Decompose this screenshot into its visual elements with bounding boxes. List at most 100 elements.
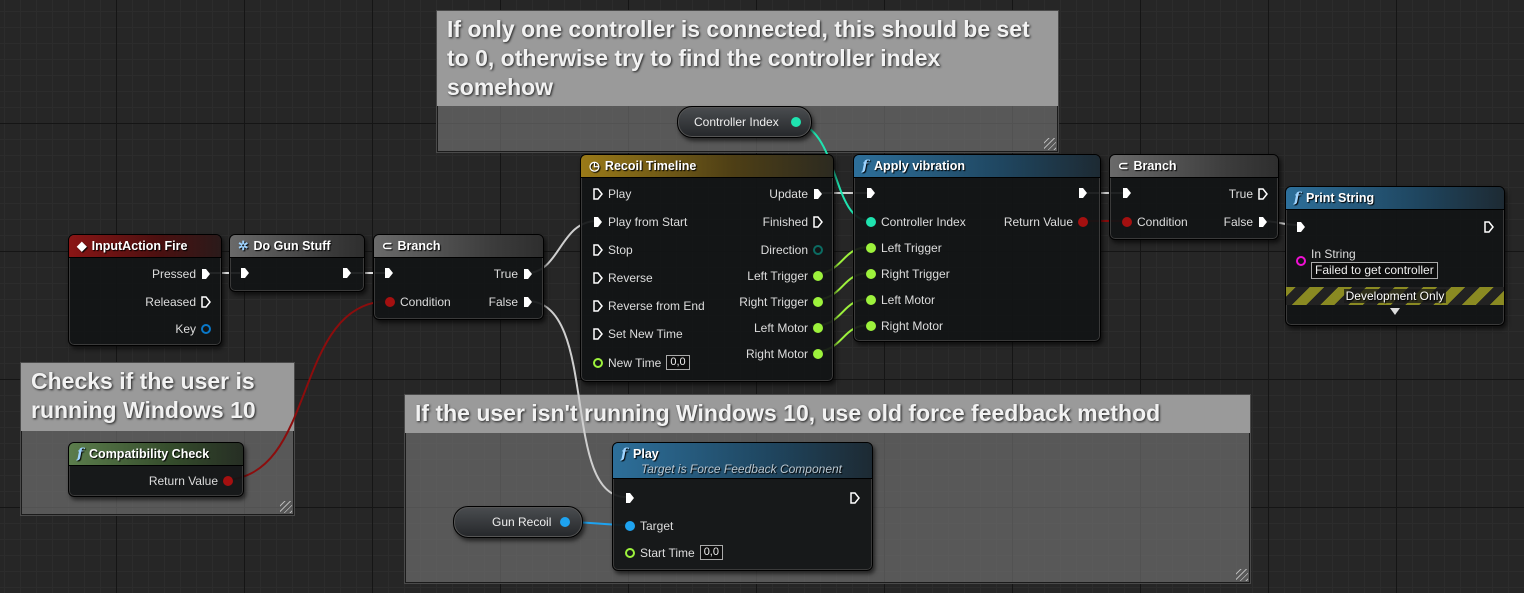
pin-exec-out[interactable] <box>1484 221 1494 233</box>
node-title: Compatibility Check <box>89 447 210 461</box>
pin-label: True <box>1228 187 1253 201</box>
pin-finished[interactable]: Finished <box>763 215 823 229</box>
pin-key[interactable]: Key <box>175 322 211 336</box>
pin-left-trigger-in[interactable]: Left Trigger <box>866 241 942 255</box>
pin-left-trigger-out[interactable]: Left Trigger <box>747 269 823 283</box>
variable-controller-index[interactable]: Controller Index <box>677 106 812 138</box>
pin-exec-out[interactable] <box>850 492 860 504</box>
node-branch-1[interactable]: ⊂ Branch True Condition False <box>373 234 544 320</box>
node-header: ✲ Do Gun Stuff <box>230 235 364 258</box>
pin-right-motor-out[interactable]: Right Motor <box>746 347 823 361</box>
string-pin-icon <box>1296 256 1306 266</box>
pin-direction[interactable]: Direction <box>761 243 823 257</box>
exec-pin-icon <box>201 296 211 308</box>
pin-controller-index[interactable]: Controller Index <box>866 215 966 229</box>
pin-released[interactable]: Released <box>145 295 211 309</box>
node-header: f Apply vibration <box>854 155 1100 178</box>
node-branch-2[interactable]: ⊂ Branch True Condition False <box>1109 154 1279 240</box>
exec-pin-icon <box>384 267 394 279</box>
pin-false[interactable]: False <box>489 295 533 309</box>
pin-exec-out[interactable] <box>1078 187 1088 199</box>
bool-pin-icon <box>1078 217 1088 227</box>
start-time-value-field[interactable]: 0,0 <box>699 545 723 560</box>
function-icon: f <box>1294 190 1301 206</box>
pin-label: Finished <box>762 215 808 229</box>
pin-right-trigger-out[interactable]: Right Trigger <box>739 295 823 309</box>
pin-return-value[interactable]: Return Value <box>149 474 233 488</box>
pin-return-value[interactable]: Return Value <box>1004 215 1088 229</box>
exec-pin-icon <box>593 300 603 312</box>
float-pin-icon <box>866 243 876 253</box>
new-time-value-field[interactable]: 0,0 <box>666 355 690 370</box>
pin-update[interactable]: Update <box>769 187 823 201</box>
pin-label: Stop <box>608 243 633 257</box>
node-print-string[interactable]: f Print String In String Failed to get co… <box>1285 186 1505 326</box>
pin-label: Direction <box>760 243 808 257</box>
exec-pin-icon <box>593 244 603 256</box>
pin-play[interactable]: Play <box>593 187 631 201</box>
pin-label: Reverse from End <box>608 299 705 313</box>
exec-pin-icon <box>1258 216 1268 228</box>
node-title: Play <box>633 447 659 461</box>
pin-right-motor-in[interactable]: Right Motor <box>866 319 943 333</box>
pin-label: Reverse <box>608 271 653 285</box>
exec-pin-icon <box>523 268 533 280</box>
pin-play-from-start[interactable]: Play from Start <box>593 215 687 229</box>
dev-only-label: Development Only <box>1343 289 1447 303</box>
node-apply-vibration[interactable]: f Apply vibration Controller Index Return… <box>853 154 1101 342</box>
exec-pin-icon <box>593 216 603 228</box>
pin-right-trigger-in[interactable]: Right Trigger <box>866 267 950 281</box>
pin-true[interactable]: True <box>494 267 533 281</box>
node-inputaction-fire[interactable]: ◆ InputAction Fire Pressed Released Key <box>68 234 222 346</box>
pin-label: Return Value <box>1003 215 1073 229</box>
float-pin-icon <box>593 357 603 368</box>
expand-arrow-icon[interactable] <box>1390 308 1400 315</box>
exec-pin-icon <box>523 296 533 308</box>
pin-target[interactable]: Target <box>625 519 673 533</box>
pin-reverse-from-end[interactable]: Reverse from End <box>593 299 705 313</box>
pin-left-motor-out[interactable]: Left Motor <box>754 321 823 335</box>
float-pin-icon <box>866 321 876 331</box>
pin-label: Right Motor <box>745 347 808 361</box>
pin-label: Left Trigger <box>747 269 808 283</box>
int-pin-icon[interactable] <box>791 117 801 127</box>
pin-exec-in[interactable] <box>866 187 876 199</box>
node-title-row: f Play <box>621 446 872 462</box>
pin-condition[interactable]: Condition <box>1122 215 1188 229</box>
pin-exec-in[interactable] <box>384 267 394 279</box>
pin-condition[interactable]: Condition <box>385 295 451 309</box>
pin-start-time[interactable]: Start Time 0,0 <box>625 545 723 560</box>
variable-gun-recoil[interactable]: Gun Recoil <box>453 506 583 538</box>
node-do-gun-stuff[interactable]: ✲ Do Gun Stuff <box>229 234 365 292</box>
pin-exec-in[interactable] <box>625 492 635 504</box>
node-recoil-timeline[interactable]: ◷ Recoil Timeline Play Play from Start St… <box>580 154 834 382</box>
node-play-force-feedback[interactable]: f Play Target is Force Feedback Component… <box>612 442 873 571</box>
node-title: Print String <box>1306 191 1375 205</box>
pin-in-string[interactable]: In String Failed to get controller <box>1296 247 1438 279</box>
pin-true[interactable]: True <box>1229 187 1268 201</box>
function-icon: f <box>621 446 628 462</box>
pin-label: In String <box>1311 247 1356 261</box>
pin-label: False <box>488 295 518 309</box>
pin-set-new-time[interactable]: Set New Time <box>593 327 683 341</box>
exec-pin-icon <box>813 188 823 200</box>
exec-pin-icon <box>813 216 823 228</box>
node-compatibility-check[interactable]: f Compatibility Check Return Value <box>68 442 244 497</box>
object-pin-icon[interactable] <box>560 517 570 527</box>
pin-stop[interactable]: Stop <box>593 243 633 257</box>
exec-pin-icon <box>625 492 635 504</box>
pin-exec-in[interactable] <box>1122 187 1132 199</box>
pin-exec-in[interactable] <box>240 267 250 279</box>
pin-exec-out[interactable] <box>342 267 352 279</box>
pin-exec-in[interactable] <box>1296 221 1306 233</box>
pin-left-motor-in[interactable]: Left Motor <box>866 293 935 307</box>
exec-pin-icon <box>240 267 250 279</box>
pin-label: Key <box>175 322 196 336</box>
pin-false[interactable]: False <box>1224 215 1268 229</box>
in-string-value-field[interactable]: Failed to get controller <box>1311 262 1438 279</box>
node-header: ⊂ Branch <box>374 235 543 258</box>
pin-new-time[interactable]: New Time 0,0 <box>593 355 690 370</box>
pin-label: Start Time <box>640 545 695 560</box>
pin-reverse[interactable]: Reverse <box>593 271 653 285</box>
pin-pressed[interactable]: Pressed <box>152 267 211 281</box>
